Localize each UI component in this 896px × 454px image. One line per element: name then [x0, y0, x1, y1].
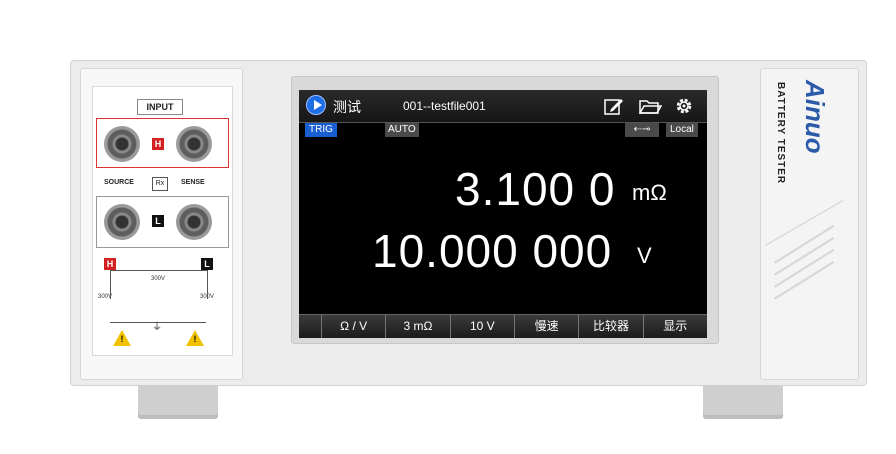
source-high-terminal[interactable] [104, 126, 140, 162]
test-file-name: 001--testfile001 [403, 99, 486, 113]
local-badge[interactable]: Local [666, 123, 698, 137]
voltage-unit: V [637, 243, 652, 268]
source-label: SOURCE [104, 179, 134, 186]
auto-badge[interactable]: AUTO [385, 123, 419, 137]
warning-mark-left: ! [120, 334, 124, 344]
ground-icon: ⏚ [152, 322, 162, 333]
softkey-speed[interactable]: 慢速 [513, 315, 578, 338]
softkey-function[interactable]: Ω / V [321, 315, 385, 338]
source-low-terminal[interactable] [104, 204, 140, 240]
brand-name: Ainuo [800, 80, 830, 154]
sense-low-terminal[interactable] [176, 204, 212, 240]
softkey-resistance-range[interactable]: 3 mΩ [385, 315, 449, 338]
model-name: BATTERY TESTER [775, 82, 786, 185]
softkey-spacer [299, 315, 321, 338]
softkey-display[interactable]: 显示 [642, 315, 707, 338]
sense-high-terminal[interactable] [176, 126, 212, 162]
resistance-unit: mΩ [632, 180, 667, 205]
softkey-bar: Ω / V 3 mΩ 10 V 慢速 比较器 显示 [299, 314, 707, 338]
voltage-reading: 10.000 000 [372, 225, 613, 277]
softkey-voltage-range[interactable]: 10 V [449, 315, 514, 338]
softkey-comparator[interactable]: 比较器 [578, 315, 642, 338]
gear-icon[interactable] [673, 95, 695, 117]
l-badge-bottom: L [201, 258, 213, 270]
h-badge: H [152, 138, 164, 150]
resistance-reading: 3.100 0 [455, 163, 616, 215]
left-foot [138, 385, 218, 419]
edit-icon[interactable] [603, 96, 625, 116]
trig-badge[interactable]: TRIG [305, 123, 337, 137]
rx-label: Rx [152, 177, 168, 191]
screen-title: 测试 [333, 99, 361, 115]
h-badge-bottom: H [104, 258, 116, 270]
sense-label: SENSE [181, 179, 205, 186]
usb-icon: ⇠⊸ [625, 123, 659, 137]
l-badge: L [152, 215, 164, 227]
play-icon[interactable] [306, 95, 326, 115]
input-label: INPUT [137, 99, 183, 115]
model-label: BATTERY TESTER [768, 82, 788, 222]
warning-mark-right: ! [193, 334, 197, 344]
folder-icon[interactable] [638, 96, 662, 116]
rating-wires [110, 270, 208, 299]
right-foot [703, 385, 783, 419]
brand-logo: Ainuo [792, 80, 832, 200]
